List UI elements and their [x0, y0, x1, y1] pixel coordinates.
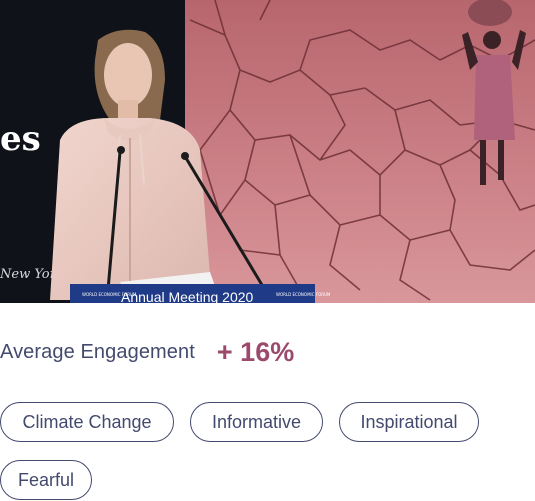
backdrop-logo-text: es — [0, 119, 41, 159]
podium-logo-right: WORLD ECONOMIC FORUM — [276, 292, 331, 297]
average-engagement: Average Engagement + 16% — [0, 334, 294, 370]
hero-image: es New York WORLD ECONOMIC FORUM Annual … — [0, 0, 535, 303]
tag-inspirational[interactable]: Inspirational — [339, 402, 479, 442]
tag-climate-change[interactable]: Climate Change — [0, 402, 174, 442]
engagement-value: + 16% — [216, 336, 295, 367]
tag-fearful[interactable]: Fearful — [0, 460, 92, 500]
tag-informative[interactable]: Informative — [190, 402, 323, 442]
engagement-label: Average Engagement — [0, 340, 195, 363]
podium-text: Annual Meeting 2020 — [121, 289, 254, 303]
